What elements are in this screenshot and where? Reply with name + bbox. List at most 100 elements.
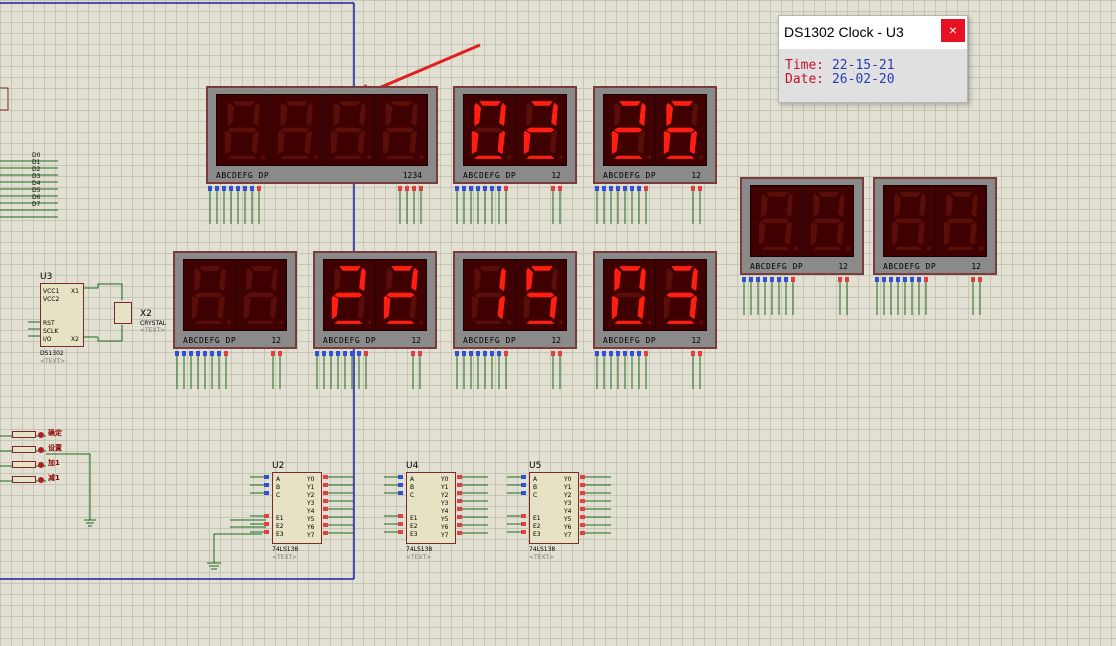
- segment-g: [525, 292, 555, 298]
- push-button-4[interactable]: [12, 476, 36, 483]
- pin-stub: [398, 514, 403, 518]
- digit-1: [191, 266, 232, 325]
- segment-e: [523, 295, 530, 320]
- seven-segment-display-6[interactable]: ABCDEFG DP 12: [173, 251, 297, 349]
- segment-c: [917, 221, 926, 246]
- pin-stub: [455, 351, 459, 356]
- decoder-pin-label: Y7: [441, 532, 449, 539]
- pin-stub: [350, 351, 354, 356]
- display-face: [463, 259, 567, 331]
- seven-segment-display-4[interactable]: ABCDEFG DP 12: [740, 177, 864, 275]
- segment-b: [253, 102, 260, 127]
- crystal-component[interactable]: [114, 302, 132, 324]
- digit-cell: [884, 186, 936, 256]
- segment-c: [689, 130, 697, 155]
- ds1302-clock-popup[interactable]: DS1302 Clock - U3 × Time: 22-15-21 Date:…: [778, 15, 968, 103]
- popup-title-bar[interactable]: DS1302 Clock - U3 ×: [779, 16, 967, 49]
- display-common-labels: 1234: [402, 171, 422, 180]
- close-icon[interactable]: ×: [941, 19, 965, 42]
- segment-f: [227, 102, 235, 127]
- segment-a: [479, 266, 501, 271]
- pin-stub: [264, 522, 269, 526]
- segment-g: [525, 127, 555, 133]
- digit-cell: [236, 260, 287, 330]
- decoder-pin-label: Y3: [564, 500, 572, 507]
- segment-d: [245, 320, 275, 324]
- segment-e: [383, 130, 391, 155]
- pin-stub: [558, 186, 562, 191]
- display-pin-labels: ABCDEFG DP: [323, 336, 377, 345]
- decoder-pin-label: Y0: [441, 476, 449, 483]
- segment-g: [474, 292, 503, 298]
- segment-e: [611, 295, 619, 320]
- segment-d: [894, 246, 923, 250]
- ds1302-chip[interactable]: VCC1 VCC2 RST SCLK I/O X1 X2: [40, 283, 84, 347]
- pin-stub: [175, 351, 179, 356]
- segment-b: [359, 267, 366, 292]
- display-face: [750, 185, 854, 257]
- bus-label: D0: [32, 152, 41, 159]
- segment-f: [385, 102, 393, 127]
- segment-f: [385, 267, 393, 292]
- decoder-ref: U4: [406, 461, 419, 471]
- pin-stub: [462, 186, 466, 191]
- seven-segment-display-9[interactable]: ABCDEFG DP 12: [593, 251, 717, 349]
- decoder-pin-label: C: [276, 492, 281, 499]
- seven-segment-display-2[interactable]: ABCDEFG DP 12: [453, 86, 577, 184]
- segment-dp: [558, 155, 563, 160]
- digit-cell: [324, 260, 376, 330]
- pin-stub: [521, 522, 526, 526]
- pin-stub: [497, 186, 501, 191]
- seven-segment-display-1[interactable]: ABCDEFG DP 1234: [206, 86, 438, 184]
- push-button-2[interactable]: [12, 446, 36, 453]
- segment-c: [497, 295, 506, 320]
- decoder-pin-label: Y2: [441, 492, 449, 499]
- pin-stub: [476, 351, 480, 356]
- decoder-pin-label: Y7: [564, 532, 572, 539]
- pin-stub: [208, 186, 212, 191]
- seven-segment-display-7[interactable]: ABCDEFG DP 12: [313, 251, 437, 349]
- button-label: 设置: [48, 444, 62, 452]
- pin-stub: [264, 491, 269, 495]
- push-button-3[interactable]: [12, 461, 36, 468]
- bus-label: D7: [32, 201, 41, 208]
- segment-d: [665, 320, 695, 324]
- pin-stub: [323, 515, 328, 519]
- decoder-pin-label: B: [533, 484, 538, 491]
- segment-dp: [927, 246, 932, 251]
- decoder-chip-u5[interactable]: A B C E1 E2 E3 Y0 Y1 Y2 Y3 Y4 Y5 Y6 Y7: [529, 472, 579, 544]
- push-button-1[interactable]: [12, 431, 36, 438]
- segment-b: [550, 267, 558, 292]
- digit-1: [331, 266, 372, 325]
- segment-dp: [507, 320, 512, 325]
- decoder-pin-label: Y0: [307, 476, 315, 483]
- display-common-labels: 12: [691, 171, 701, 180]
- segment-a: [950, 192, 973, 197]
- button-label: 加1: [48, 459, 60, 467]
- pin-stub: [903, 277, 907, 282]
- decoder-chip-u4[interactable]: A B C E1 E2 E3 Y0 Y1 Y2 Y3 Y4 Y5 Y6 Y7: [406, 472, 456, 544]
- pin-stub: [896, 277, 900, 282]
- segment-dp: [558, 320, 563, 325]
- digit-cell: [516, 95, 567, 165]
- digit-cell: [516, 260, 567, 330]
- segment-f: [525, 267, 533, 292]
- segment-a: [479, 101, 501, 106]
- pin-stub: [357, 351, 361, 356]
- digit-cell: [803, 186, 854, 256]
- decoder-pin-label: Y4: [441, 508, 449, 515]
- pin-stub: [580, 523, 585, 527]
- seven-segment-display-5[interactable]: ABCDEFG DP 12: [873, 177, 997, 275]
- segment-a: [199, 266, 221, 271]
- segment-d: [334, 320, 363, 324]
- seven-segment-display-8[interactable]: ABCDEFG DP 12: [453, 251, 577, 349]
- pin-stub: [521, 475, 526, 479]
- segment-e: [810, 221, 817, 246]
- seven-segment-display-3[interactable]: ABCDEFG DP 12: [593, 86, 717, 184]
- pin-stub: [749, 277, 753, 282]
- pin-stub: [504, 186, 508, 191]
- segment-b: [550, 102, 558, 127]
- segment-a: [619, 266, 641, 271]
- decoder-chip-u2[interactable]: A B C E1 E2 E3 Y0 Y1 Y2 Y3 Y4 Y5 Y6 Y7: [272, 472, 322, 544]
- segment-dp: [698, 320, 703, 325]
